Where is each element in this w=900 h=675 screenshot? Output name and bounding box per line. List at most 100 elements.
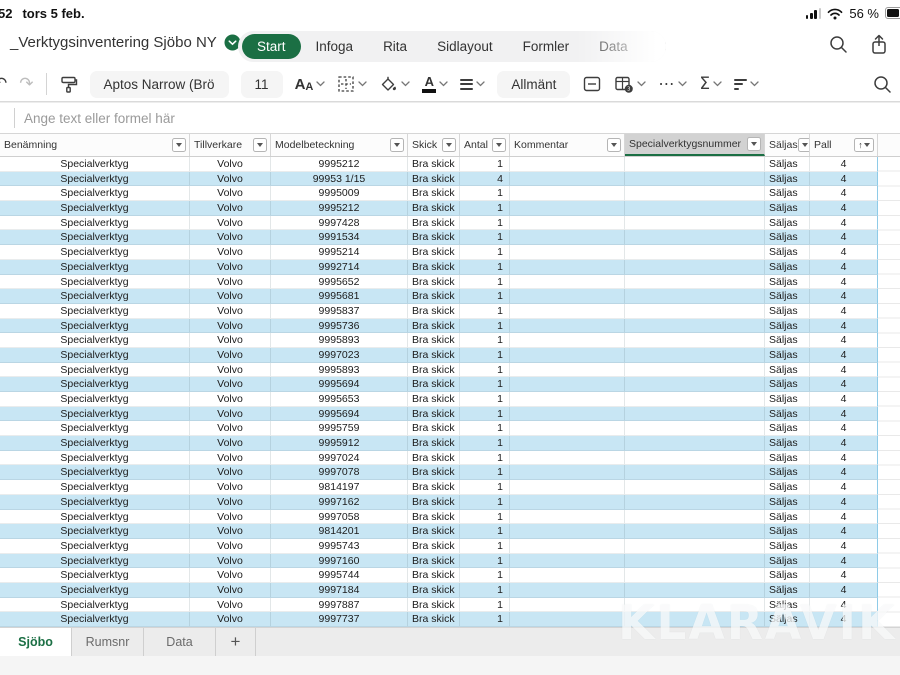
cell-kommentar[interactable] (510, 275, 625, 290)
cell-antal[interactable]: 1 (460, 260, 510, 275)
workbook-title[interactable]: _Verktygsinventering Sjöbo NY (10, 34, 241, 51)
cell-pall[interactable]: 4 (810, 157, 878, 172)
cell-modelbeteckning[interactable]: 9995694 (271, 377, 408, 392)
cell-benamning[interactable]: Specialverktyg (0, 451, 190, 466)
cell-benamning[interactable]: Specialverktyg (0, 568, 190, 583)
cell-benamning[interactable]: Specialverktyg (0, 333, 190, 348)
cell-modelbeteckning[interactable]: 9997737 (271, 612, 408, 627)
tab-infoga[interactable]: Infoga (301, 34, 369, 59)
cell-kommentar[interactable] (510, 157, 625, 172)
table-row[interactable]: Specialverktyg Volvo 9997058 Bra skick 1… (0, 510, 900, 525)
cell-antal[interactable]: 1 (460, 289, 510, 304)
cell-modelbeteckning[interactable]: 9995744 (271, 568, 408, 583)
cell-modelbeteckning[interactable]: 9995893 (271, 333, 408, 348)
table-row[interactable]: Specialverktyg Volvo 9995893 Bra skick 1… (0, 363, 900, 378)
cell-saljas[interactable]: Säljas (765, 539, 810, 554)
cell-benamning[interactable]: Specialverktyg (0, 407, 190, 422)
table-row[interactable]: Specialverktyg Volvo 9997160 Bra skick 1… (0, 554, 900, 569)
cell-specialverktygsnummer[interactable] (625, 436, 765, 451)
cell-specialverktygsnummer[interactable] (625, 186, 765, 201)
column-header-specialverktygsnummer[interactable]: Specialverktygsnummer (625, 134, 765, 156)
cell-skick[interactable]: Bra skick (408, 245, 460, 260)
cell-saljas[interactable]: Säljas (765, 377, 810, 392)
cell-pall[interactable]: 4 (810, 216, 878, 231)
column-header-skick[interactable]: Skick (408, 134, 460, 156)
column-header-kommentar[interactable]: Kommentar (510, 134, 625, 156)
cell-saljas[interactable]: Säljas (765, 275, 810, 290)
more-formatting-dropdown[interactable]: ⋯ (658, 74, 687, 94)
table-row[interactable]: Specialverktyg Volvo 9995009 Bra skick 1… (0, 186, 900, 201)
autosum-dropdown[interactable]: Σ (699, 74, 722, 94)
cell-kommentar[interactable] (510, 392, 625, 407)
cell-antal[interactable]: 4 (460, 172, 510, 187)
cell-benamning[interactable]: Specialverktyg (0, 510, 190, 525)
cell-saljas[interactable]: Säljas (765, 510, 810, 525)
cell-antal[interactable]: 1 (460, 436, 510, 451)
cell-modelbeteckning[interactable]: 9995837 (271, 304, 408, 319)
cell-skick[interactable]: Bra skick (408, 377, 460, 392)
cell-specialverktygsnummer[interactable] (625, 348, 765, 363)
font-color-dropdown[interactable]: A (422, 75, 448, 93)
cell-saljas[interactable]: Säljas (765, 348, 810, 363)
table-row[interactable]: Specialverktyg Volvo 9995893 Bra skick 1… (0, 333, 900, 348)
cell-antal[interactable]: 1 (460, 612, 510, 627)
font-name-button[interactable]: Aptos Narrow (Brö (90, 71, 229, 98)
cell-modelbeteckning[interactable]: 9992714 (271, 260, 408, 275)
cell-specialverktygsnummer[interactable] (625, 260, 765, 275)
cell-saljas[interactable]: Säljas (765, 186, 810, 201)
cell-pall[interactable]: 4 (810, 363, 878, 378)
cell-benamning[interactable]: Specialverktyg (0, 612, 190, 627)
cell-benamning[interactable]: Specialverktyg (0, 348, 190, 363)
cell-kommentar[interactable] (510, 348, 625, 363)
cell-skick[interactable]: Bra skick (408, 230, 460, 245)
cell-pall[interactable]: 4 (810, 289, 878, 304)
cell-saljas[interactable]: Säljas (765, 480, 810, 495)
cell-tillverkare[interactable]: Volvo (190, 465, 271, 480)
cell-antal[interactable]: 1 (460, 319, 510, 334)
cell-kommentar[interactable] (510, 451, 625, 466)
cell-kommentar[interactable] (510, 465, 625, 480)
cell-antal[interactable]: 1 (460, 583, 510, 598)
cell-benamning[interactable]: Specialverktyg (0, 304, 190, 319)
table-row[interactable]: Specialverktyg Volvo 99953 1/15 Bra skic… (0, 172, 900, 187)
cell-skick[interactable]: Bra skick (408, 275, 460, 290)
cell-pall[interactable]: 4 (810, 186, 878, 201)
filter-dropdown-icon[interactable] (253, 138, 267, 152)
cell-kommentar[interactable] (510, 421, 625, 436)
cell-kommentar[interactable] (510, 172, 625, 187)
cell-kommentar[interactable] (510, 304, 625, 319)
cell-tillverkare[interactable]: Volvo (190, 568, 271, 583)
cell-saljas[interactable]: Säljas (765, 363, 810, 378)
cell-kommentar[interactable] (510, 554, 625, 569)
cell-antal[interactable]: 1 (460, 304, 510, 319)
cell-skick[interactable]: Bra skick (408, 172, 460, 187)
cell-tillverkare[interactable]: Volvo (190, 407, 271, 422)
cell-modelbeteckning[interactable]: 9814201 (271, 524, 408, 539)
sheet-tab-sjobo[interactable]: Sjöbo (0, 628, 72, 656)
font-size-button[interactable]: 11 (241, 71, 283, 98)
cell-tillverkare[interactable]: Volvo (190, 451, 271, 466)
cell-saljas[interactable]: Säljas (765, 524, 810, 539)
tab-granska[interactable]: Granska (643, 34, 666, 59)
sort-filter-dropdown[interactable] (734, 76, 759, 92)
cell-format-dropdown[interactable]: 3 (614, 75, 646, 94)
cell-specialverktygsnummer[interactable] (625, 157, 765, 172)
cell-skick[interactable]: Bra skick (408, 319, 460, 334)
cell-kommentar[interactable] (510, 333, 625, 348)
formula-bar[interactable]: Ange text eller formel här (0, 102, 900, 134)
cell-modelbeteckning[interactable]: 9995912 (271, 436, 408, 451)
cell-benamning[interactable]: Specialverktyg (0, 245, 190, 260)
cell-tillverkare[interactable]: Volvo (190, 612, 271, 627)
cell-tillverkare[interactable]: Volvo (190, 495, 271, 510)
cell-specialverktygsnummer[interactable] (625, 568, 765, 583)
cell-skick[interactable]: Bra skick (408, 480, 460, 495)
cell-antal[interactable]: 1 (460, 157, 510, 172)
cell-modelbeteckning[interactable]: 99953 1/15 (271, 172, 408, 187)
cell-benamning[interactable]: Specialverktyg (0, 554, 190, 569)
cell-skick[interactable]: Bra skick (408, 436, 460, 451)
cell-skick[interactable]: Bra skick (408, 539, 460, 554)
cell-antal[interactable]: 1 (460, 554, 510, 569)
cell-pall[interactable]: 4 (810, 275, 878, 290)
tab-data[interactable]: Data (584, 34, 643, 59)
cell-specialverktygsnummer[interactable] (625, 510, 765, 525)
